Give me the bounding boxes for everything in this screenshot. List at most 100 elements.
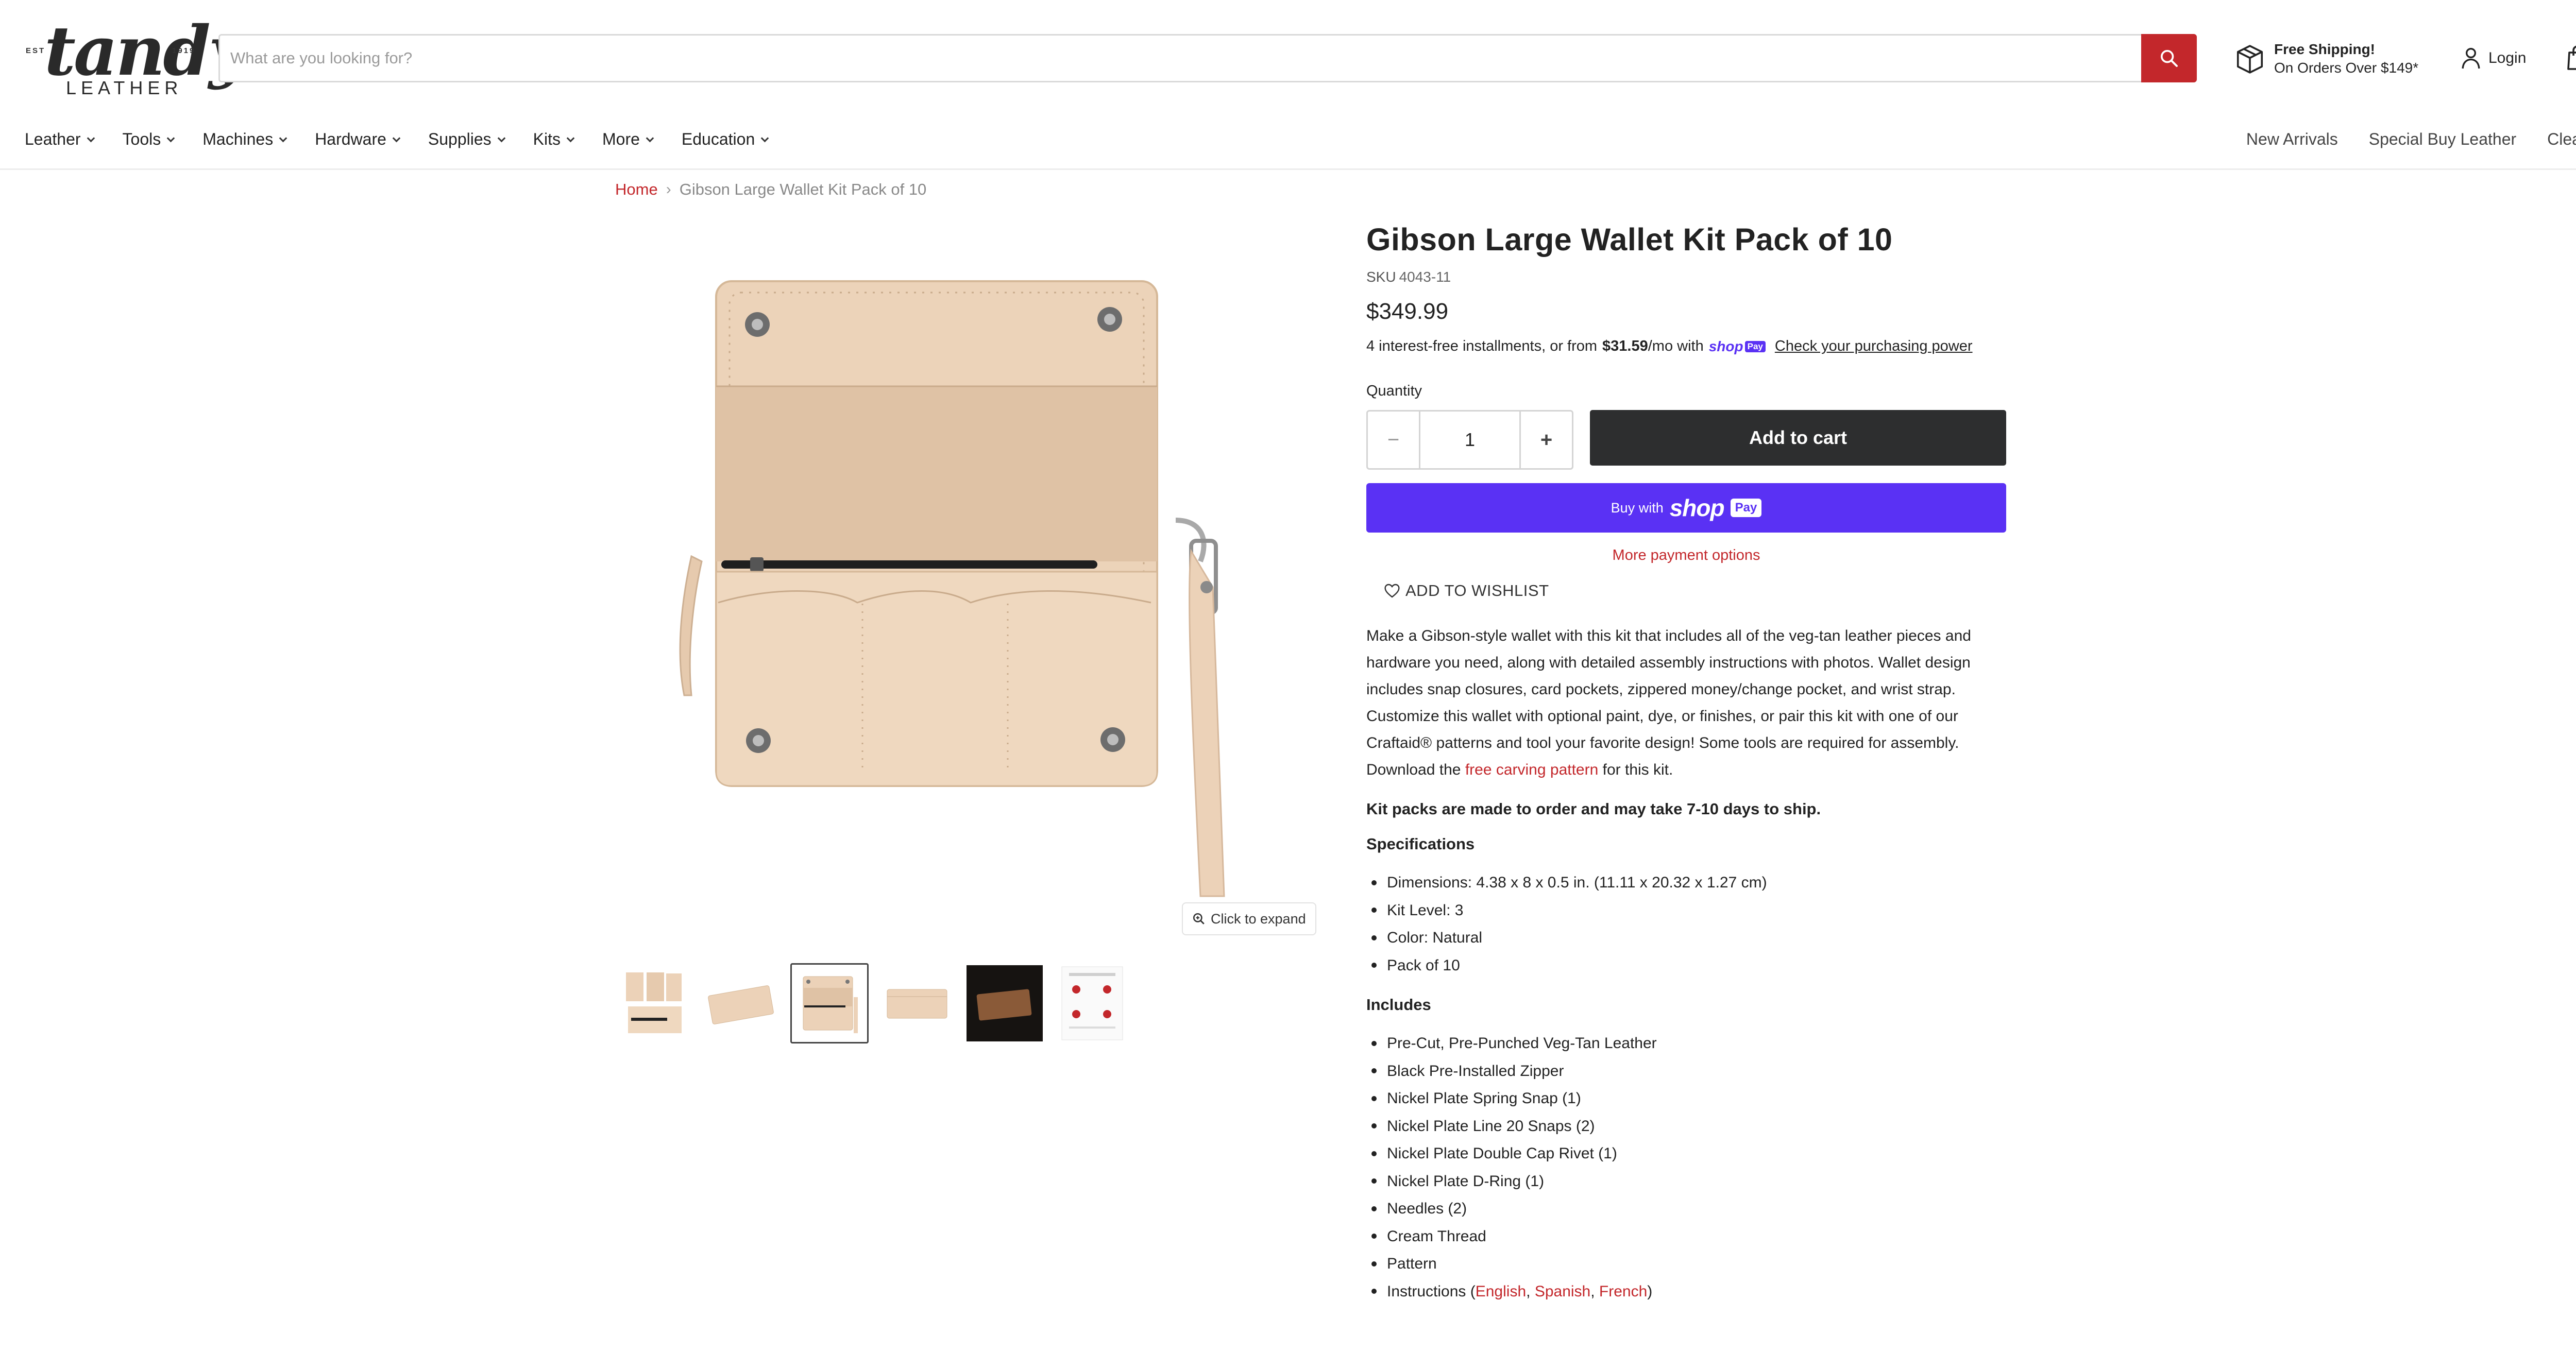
- includes-heading: Includes: [1366, 996, 1431, 1014]
- bullet-icon: [1371, 1206, 1377, 1211]
- instructions-spanish-link[interactable]: Spanish: [1535, 1283, 1590, 1300]
- instructions-separator: ,: [1590, 1282, 1599, 1300]
- nav-hardware[interactable]: Hardware: [315, 124, 401, 155]
- thumbnail-6[interactable]: [1053, 963, 1131, 1043]
- cart-button[interactable]: [2565, 44, 2576, 74]
- instructions-suffix: ): [1647, 1282, 1653, 1300]
- include-item: Pattern: [1387, 1255, 1437, 1272]
- quantity-decrease-button[interactable]: −: [1368, 412, 1420, 468]
- nav-leather[interactable]: Leather: [25, 124, 95, 155]
- include-item: Nickel Plate Line 20 Snaps (2): [1387, 1117, 1595, 1135]
- more-payment-options-link[interactable]: More payment options: [1366, 547, 2006, 564]
- nav-label: Supplies: [428, 129, 492, 148]
- shopping-bag-icon: [2567, 45, 2576, 70]
- bullet-icon: [1371, 935, 1377, 940]
- installment-suffix: /mo with: [1648, 338, 1704, 354]
- include-item: Nickel Plate Double Cap Rivet (1): [1387, 1145, 1617, 1162]
- include-item: Black Pre-Installed Zipper: [1387, 1062, 1564, 1080]
- quantity-label: Quantity: [1366, 383, 1422, 399]
- nav-machines[interactable]: Machines: [202, 124, 287, 155]
- tandy-leather-logo[interactable]: EST tandy 1919 LEATHER: [24, 11, 248, 103]
- expand-image-button[interactable]: Click to expand: [1182, 902, 1316, 935]
- free-carving-pattern-link[interactable]: free carving pattern: [1465, 761, 1598, 778]
- list-item: Nickel Plate Line 20 Snaps (2): [1366, 1113, 2008, 1140]
- nav-new-arrivals[interactable]: New Arrivals: [2246, 124, 2338, 155]
- quantity-increase-button[interactable]: +: [1519, 412, 1572, 468]
- shop-pay-brand: shop: [1708, 338, 1743, 354]
- lead-time-note: Kit packs are made to order and may take…: [1366, 800, 1821, 818]
- nav-tools[interactable]: Tools: [122, 124, 175, 155]
- logo-sub: LEATHER: [66, 77, 183, 98]
- zoom-icon: [1193, 913, 1205, 925]
- logo-est: EST: [26, 46, 46, 55]
- thumbnail-1[interactable]: [615, 963, 693, 1043]
- shop-pay-badge: Pay: [1744, 340, 1766, 352]
- nav-kits[interactable]: Kits: [533, 124, 575, 155]
- quantity-input[interactable]: 1: [1420, 412, 1519, 468]
- main-nav: Leather Tools Machines Hardware Supplies…: [0, 124, 2576, 157]
- search-button[interactable]: [2141, 34, 2197, 82]
- nav-label: Machines: [202, 129, 274, 148]
- specifications-heading: Specifications: [1366, 835, 1475, 853]
- instructions-item: Instructions (English, Spanish, French): [1387, 1278, 1652, 1306]
- instructions-french-link[interactable]: French: [1599, 1283, 1647, 1300]
- chevron-down-icon: [392, 134, 401, 142]
- chevron-down-icon: [87, 134, 95, 142]
- bullet-icon: [1371, 908, 1377, 913]
- nav-education[interactable]: Education: [682, 124, 769, 155]
- bullet-icon: [1371, 1096, 1377, 1101]
- breadcrumb-home[interactable]: Home: [615, 180, 658, 199]
- expand-label: Click to expand: [1211, 911, 1306, 927]
- purchase-row: − 1 + Add to cart: [1366, 410, 2008, 472]
- add-to-wishlist-button[interactable]: ADD TO WISHLIST: [1384, 581, 2008, 600]
- description-tail: for this kit.: [1602, 761, 1673, 778]
- list-item: Nickel Plate Double Cap Rivet (1): [1366, 1140, 2008, 1168]
- nav-label: Hardware: [315, 129, 386, 148]
- search-icon: [2161, 50, 2178, 67]
- bullet-icon: [1371, 880, 1377, 885]
- nav-special-buy-leather[interactable]: Special Buy Leather: [2369, 124, 2516, 155]
- spec-item: Dimensions: 4.38 x 8 x 0.5 in. (11.11 x …: [1387, 874, 1767, 891]
- product-main-image[interactable]: [615, 232, 1321, 932]
- search-input[interactable]: [230, 36, 2106, 81]
- add-to-cart-button[interactable]: Add to cart: [1590, 410, 2006, 466]
- thumbnail-3[interactable]: [790, 963, 869, 1043]
- description-text: Make a Gibson-style wallet with this kit…: [1366, 627, 1971, 778]
- sku-label: SKU: [1366, 269, 1396, 285]
- breadcrumb: Home › Gibson Large Wallet Kit Pack of 1…: [615, 180, 926, 199]
- breadcrumb-current: Gibson Large Wallet Kit Pack of 10: [679, 180, 927, 198]
- thumbnail-5[interactable]: [965, 963, 1044, 1043]
- shipping-line1: Free Shipping!: [2274, 41, 2375, 57]
- nav-label: Tools: [122, 129, 161, 148]
- list-item: Pack of 10: [1366, 952, 2008, 980]
- nav-supplies[interactable]: Supplies: [428, 124, 505, 155]
- nav-more[interactable]: More: [602, 124, 654, 155]
- product-description: Make a Gibson-style wallet with this kit…: [1366, 623, 2008, 783]
- buy-with-label: Buy with: [1611, 500, 1664, 516]
- nav-label: Kits: [533, 129, 561, 148]
- check-purchasing-power-link[interactable]: Check your purchasing power: [1775, 338, 1973, 355]
- instructions-english-link[interactable]: English: [1476, 1283, 1526, 1300]
- chevron-down-icon: [760, 134, 769, 142]
- product-title: Gibson Large Wallet Kit Pack of 10: [1366, 222, 1893, 257]
- shop-pay-wordmark: shop: [1669, 494, 1725, 521]
- include-item: Cream Thread: [1387, 1227, 1486, 1245]
- nav-label: More: [602, 129, 640, 148]
- spec-item: Color: Natural: [1387, 929, 1483, 946]
- buy-with-shop-pay-button[interactable]: Buy with shop Pay: [1366, 483, 2006, 533]
- product-sku: SKU 4043-11: [1366, 269, 2008, 285]
- bullet-icon: [1371, 1068, 1377, 1074]
- free-shipping-promo[interactable]: Free Shipping! On Orders Over $149*: [2234, 36, 2430, 82]
- thumbnail-2[interactable]: [703, 963, 781, 1043]
- breadcrumb-separator-icon: ›: [666, 181, 671, 198]
- list-item: Nickel Plate Spring Snap (1): [1366, 1085, 2008, 1113]
- thumbnail-4[interactable]: [878, 963, 956, 1043]
- search-bar: [218, 34, 2197, 82]
- list-item: Color: Natural: [1366, 924, 2008, 952]
- bullet-icon: [1371, 1289, 1377, 1294]
- quantity-stepper: − 1 +: [1366, 410, 1573, 470]
- nav-clearance[interactable]: Clearance: [2547, 124, 2576, 155]
- bullet-icon: [1371, 1151, 1377, 1156]
- login-link[interactable]: Login: [2461, 45, 2526, 71]
- include-item: Nickel Plate D-Ring (1): [1387, 1172, 1545, 1190]
